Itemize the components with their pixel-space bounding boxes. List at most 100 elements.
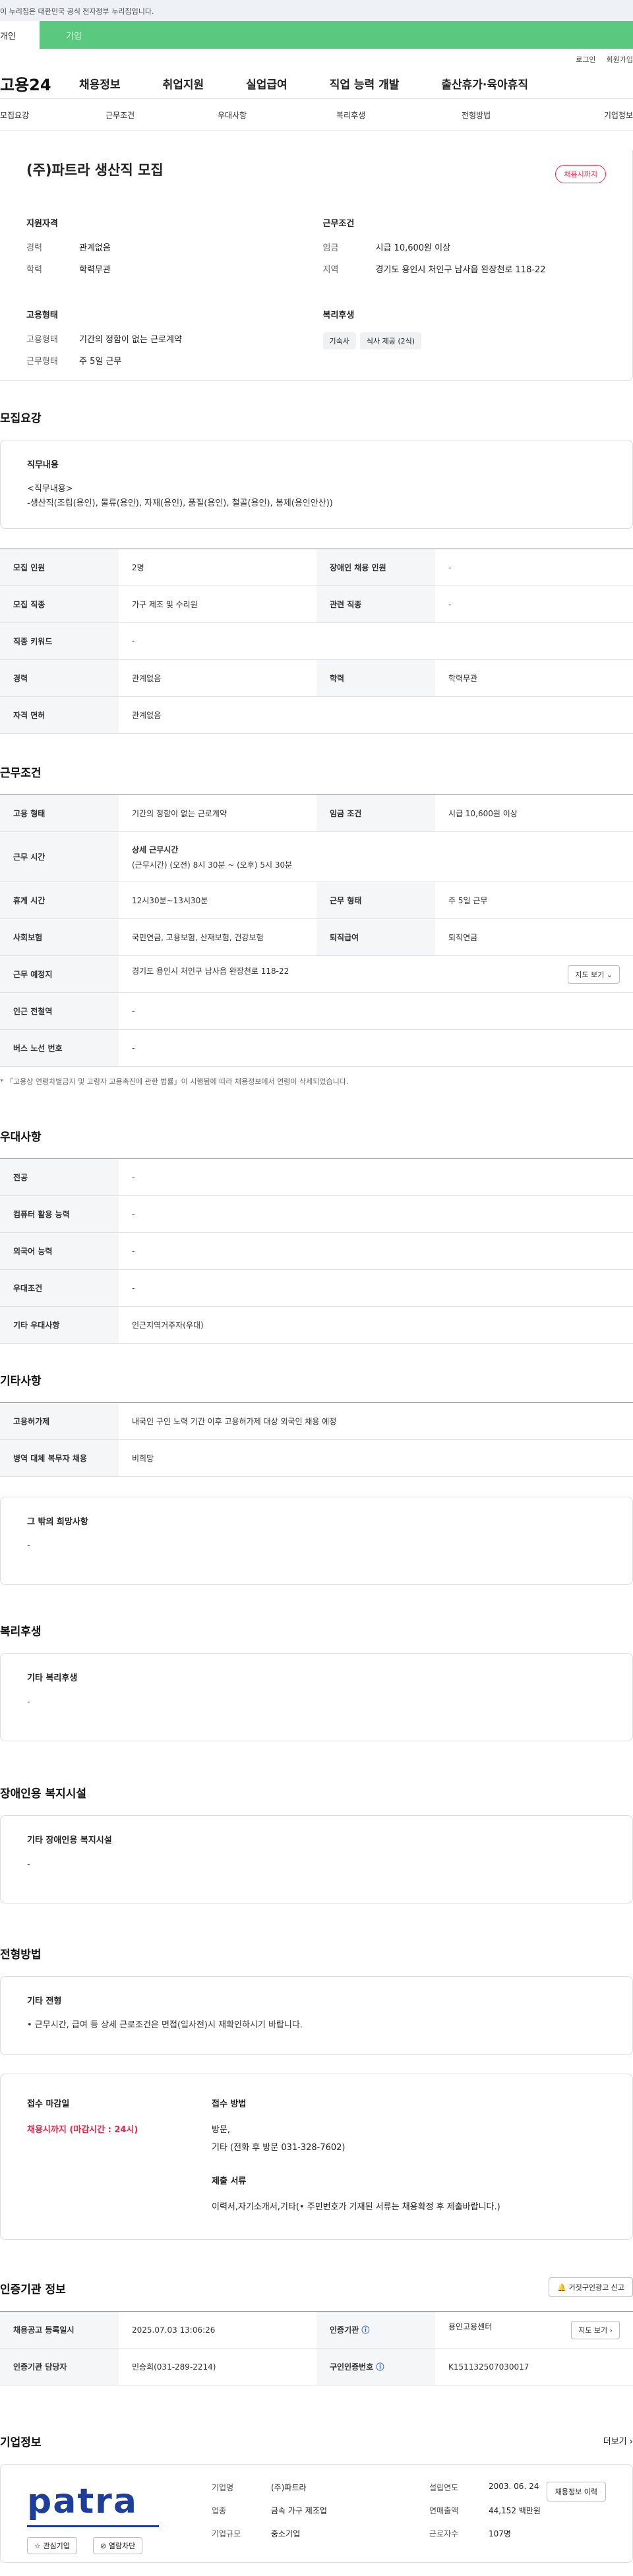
table-row: 휴게 시간 12시30분~13시30분 근무 형태 주 5일 근무 (0, 882, 633, 919)
gnb-item-employment-support[interactable]: 취업지원 (163, 75, 204, 92)
signup-link[interactable]: 회원가입 (607, 55, 633, 64)
table-row: 자격 면허 관계없음 (0, 696, 633, 734)
row-value: 용인고용센터 지도 보기 › (435, 2311, 633, 2349)
map-button[interactable]: 지도 보기 ⌄ (568, 965, 620, 984)
row-header: 구인인증번호 ⓘ (316, 2348, 435, 2385)
card-value: - (27, 1697, 30, 1707)
table-row: 모집 인원 2명 장애인 채용 인원 - (0, 549, 633, 586)
gnb-item-leave[interactable]: 출산휴가·육아휴직 (441, 75, 528, 92)
history-button[interactable]: 채용정보 이력 (546, 2482, 606, 2501)
block-label: 열람차단 (108, 2542, 136, 2550)
section-title: 기업정보 (0, 2436, 42, 2449)
row-value: - (119, 992, 633, 1030)
label: 기업규모 (212, 2529, 241, 2538)
row-value: - (119, 1195, 633, 1233)
block-company-button[interactable]: ⊘ 열람차단 (93, 2537, 143, 2554)
agency-map-label: 지도 보기 (578, 2325, 608, 2335)
row-value: 기간의 정함이 없는 근로계약 (119, 794, 316, 832)
favorite-label: 관심기업 (43, 2542, 70, 2550)
table-row: 근무 예정지 경기도 용인시 처인구 남사읍 완장천로 118-22 지도 보기 ⌄ (0, 955, 633, 993)
table-row: 근무 시간 상세 근무시간 (근무시간) (오전) 8시 30분 ~ (오후) 5시… (0, 831, 633, 882)
row-value: - (119, 1158, 633, 1196)
docs-value: 이력서,자기소개서,기타(• 주민번호가 기재된 서류는 채용확정 후 제출바랍… (212, 2202, 500, 2212)
gnb-item-training[interactable]: 직업 능력 개발 (330, 75, 400, 92)
row-value: 관계없음 (119, 696, 633, 734)
method-block: 접수 방법 방문, 기타 (전화 후 방문 031-328-7602) 제출 서… (212, 2097, 500, 2212)
info-icon[interactable]: ⓘ (376, 2362, 384, 2372)
table-row: 인증기관 담당자 민승희(031-289-2214) 구인인증번호 ⓘ K151132… (0, 2348, 633, 2385)
row-value: 2025.07.03 13:06:26 (119, 2311, 316, 2349)
section-prefer: 우대사항 전공 - 컴퓨터 활용 능력 - 외국어 능력 - 우대조건 - 기타 우대사… (0, 1127, 633, 1344)
row-header: 임금 조건 (316, 794, 435, 832)
more-link[interactable]: 더보기 › (603, 2434, 633, 2447)
agency-table: 채용공고 등록일시 2025.07.03 13:06:26 인증기관 ⓘ 용인고용센터… (0, 2311, 633, 2385)
row-header: 전공 (0, 1158, 119, 1196)
section-company: 기업정보 더보기 › patra ☆ 관심기업 ⊘ 열람차단 기업명 (주)파트라… (0, 2433, 633, 2563)
login-link[interactable]: 로그인 (576, 55, 595, 64)
label: 설립연도 (429, 2483, 459, 2492)
table-row: 병역 대체 복무자 채용 비희망 (0, 1439, 633, 1477)
tab-prefer[interactable]: 우대사항 (191, 99, 303, 130)
row-header: 버스 노선 번호 (0, 1029, 119, 1067)
card-heading: 기타 전형 (27, 1996, 62, 2006)
report-button[interactable]: 🔔 거짓구인광고 신고 (549, 2277, 633, 2297)
value: 금속 가구 제조업 (271, 2506, 327, 2515)
row-value: 2명 (119, 549, 316, 586)
row-value: 인근지역거주자(우대) (119, 1306, 633, 1344)
tab-welfare[interactable]: 복리후생 (303, 99, 422, 130)
method-heading: 접수 방법 (212, 2099, 247, 2109)
company-card: patra ☆ 관심기업 ⊘ 열람차단 기업명 (주)파트라 설립연도 2003. … (0, 2464, 633, 2563)
num-header-label: 구인인증번호 (330, 2362, 374, 2372)
row-header: 모집 직종 (0, 585, 119, 623)
table-row: 사회보험 국민연금, 고용보험, 산재보험, 건강보험 퇴직급여 퇴직연금 (0, 918, 633, 956)
wish-card: 그 밖의 희망사항 - (0, 1497, 633, 1585)
gnb-item-unemployment[interactable]: 실업급여 (246, 75, 287, 92)
site-logo[interactable]: 고용24 (0, 72, 79, 95)
agency-map-button[interactable]: 지도 보기 › (571, 2320, 620, 2339)
tab-corporate[interactable]: 기업 (40, 21, 633, 49)
summary-employment: 고용형태 고용형태 기간의 정함이 없는 근로계약 근무형태 주 5일 근무 (26, 308, 310, 376)
page-title: (주)파트라 생산직 모집 (26, 162, 164, 178)
company-logo: patra (27, 2482, 138, 2521)
summary-conditions: 근무조건 임금 시급 10,600원 이상 지역 경기도 용인시 처인구 남사읍 완… (323, 216, 607, 284)
value: 중소기업 (271, 2529, 301, 2538)
summary-heading: 고용형태 (26, 311, 58, 320)
tab-selection[interactable]: 전형방법 (422, 99, 547, 130)
section-title: 모집요강 (0, 412, 42, 425)
card-heading: 그 밖의 희망사항 (27, 1517, 88, 1527)
work-time-subtitle: 상세 근무시간 (132, 845, 179, 854)
value: 주 5일 근무 (79, 357, 122, 367)
report-button-label: 거짓구인광고 신고 (568, 2283, 624, 2292)
tab-recruit[interactable]: 모집요강 (0, 99, 86, 130)
work-table: 고용 형태 기간의 정함이 없는 근로계약 임금 조건 시급 10,600원 이상 근… (0, 794, 633, 1067)
table-row: 채용공고 등록일시 2025.07.03 13:06:26 인증기관 ⓘ 용인고용센터… (0, 2311, 633, 2349)
tab-work[interactable]: 근무조건 (86, 99, 191, 130)
section-selection: 전형방법 기타 전형 • 근무시간, 급여 등 상세 근로조건은 면접(입사전)… (0, 1945, 633, 2240)
tab-individual[interactable]: 개인 (0, 21, 40, 49)
welfare-chip: 식사 제공 (2식) (359, 332, 422, 349)
row-value: 시급 10,600원 이상 (435, 794, 633, 832)
prefer-table: 전공 - 컴퓨터 활용 능력 - 외국어 능력 - 우대조건 - 기타 우대사항 인근지역… (0, 1158, 633, 1344)
org-value: 용인고용센터 (448, 2321, 493, 2331)
section-title: 전형방법 (0, 1948, 42, 1962)
row-value: 12시30분~13시30분 (119, 882, 316, 919)
row-header: 퇴직급여 (316, 918, 435, 956)
label: 업종 (212, 2506, 227, 2515)
table-row: 인근 전철역 - (0, 992, 633, 1030)
row-value: - (435, 549, 633, 586)
tab-company[interactable]: 기업정보 (547, 99, 633, 130)
row-header: 휴게 시간 (0, 882, 119, 919)
label: 근로자수 (429, 2529, 459, 2538)
info-icon[interactable]: ⓘ (361, 2325, 369, 2335)
table-row: 외국어 능력 - (0, 1232, 633, 1270)
value: 관계없음 (79, 243, 111, 253)
row-value: 민승희(031-289-2214) (119, 2348, 316, 2385)
favorite-company-button[interactable]: ☆ 관심기업 (27, 2537, 77, 2554)
work-place-value: 경기도 용인시 처인구 남사읍 완장천로 118-22 (132, 966, 289, 976)
section-disabled: 장애인용 복지시설 기타 장애인용 복지시설 - (0, 1784, 633, 1903)
section-title: 근무조건 (0, 767, 42, 780)
table-row: 컴퓨터 활용 능력 - (0, 1195, 633, 1233)
row-value: 비희망 (119, 1439, 633, 1477)
section-title: 기타사항 (0, 1375, 42, 1388)
gnb-item-jobs[interactable]: 채용정보 (79, 75, 121, 92)
